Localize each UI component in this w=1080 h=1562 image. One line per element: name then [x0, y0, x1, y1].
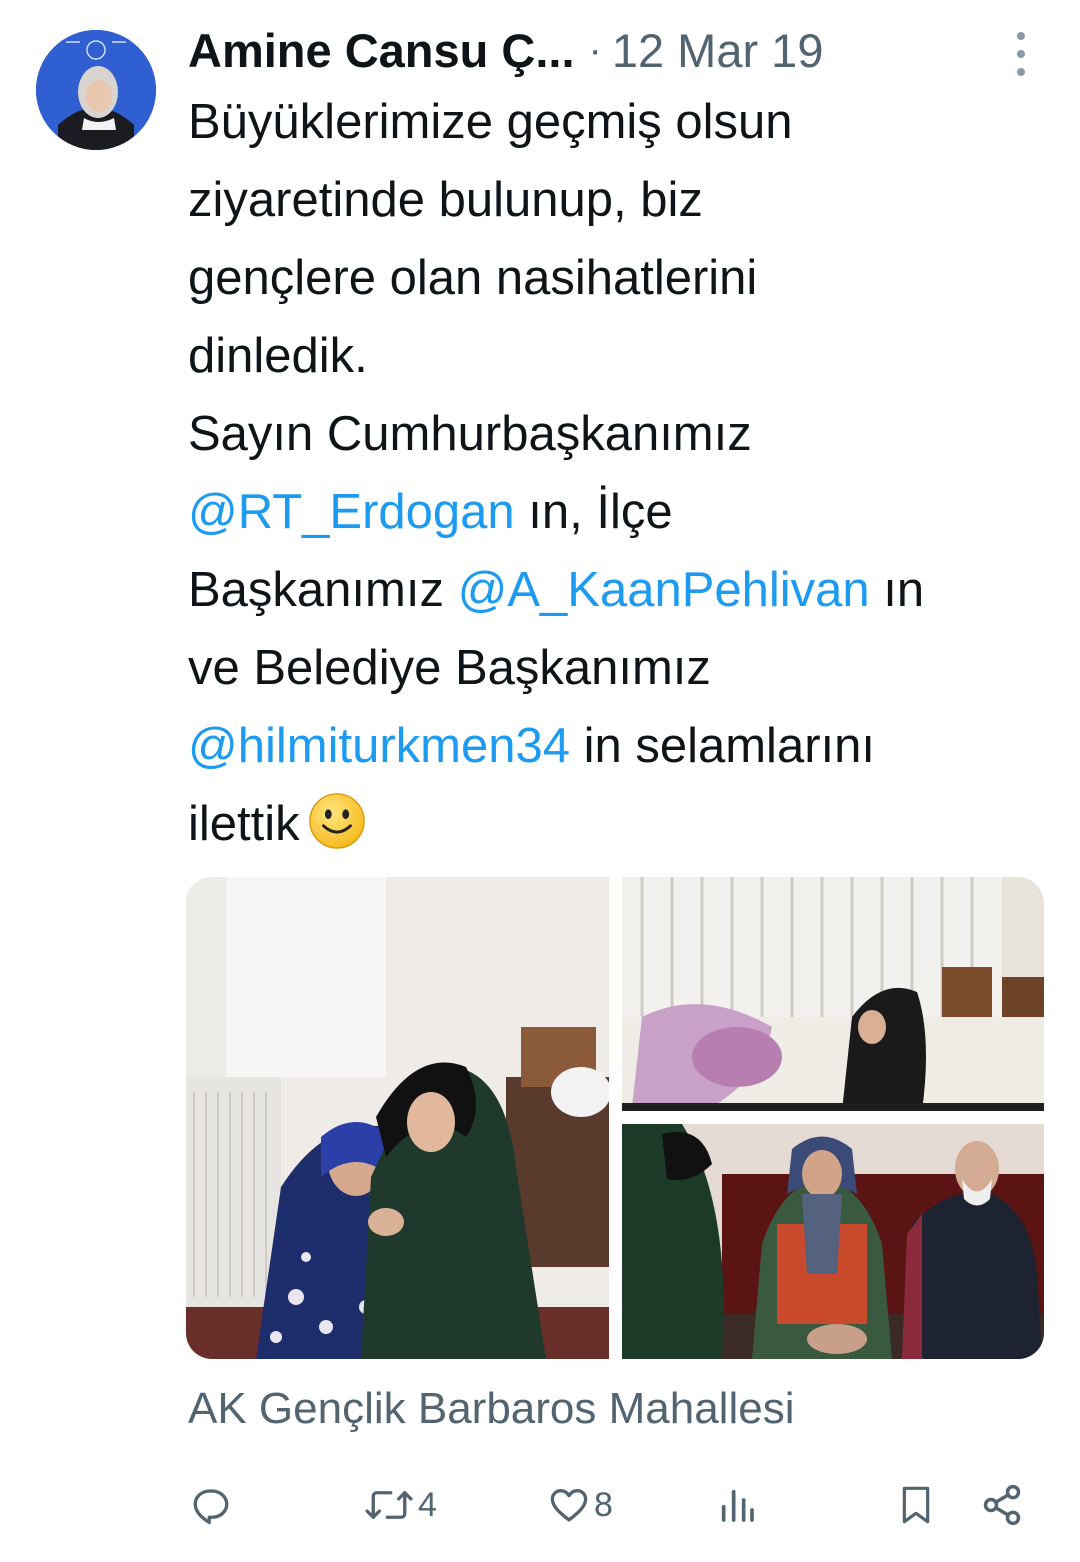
text-line: gençlere olan nasihatlerini: [188, 251, 758, 305]
text-line: dinledik.: [188, 329, 368, 383]
reply-icon: [193, 1489, 229, 1525]
bookmark-button[interactable]: [896, 1470, 936, 1540]
text-fragment: Başkanımız: [188, 563, 458, 617]
share-button[interactable]: [980, 1470, 1024, 1540]
text-fragment: in selamlarını: [569, 719, 875, 773]
text-fragment: ın: [869, 563, 925, 617]
bookmark-icon: [902, 1486, 930, 1524]
like-button[interactable]: 8: [548, 1470, 613, 1540]
text-fragment: ilettik: [188, 797, 300, 851]
text-line: Büyüklerimize geçmiş olsun: [188, 95, 793, 149]
mention-link[interactable]: @RT_Erdogan: [188, 485, 515, 539]
smiling-face-emoji-icon: [308, 793, 365, 849]
text-line: @hilmiturkmen34 in selamlarını: [188, 707, 1058, 785]
author-name[interactable]: Amine Cansu Ç...: [188, 23, 575, 78]
author-avatar[interactable]: [36, 30, 156, 150]
text-line: ziyaretinde bulunup, biz: [188, 173, 703, 227]
more-vertical-icon[interactable]: [1006, 32, 1036, 76]
retweet-count: 4: [418, 1485, 437, 1524]
text-line: ilettik: [188, 785, 1058, 863]
views-button[interactable]: [717, 1470, 757, 1540]
like-count: 8: [594, 1485, 613, 1524]
text-line: Sayın Cumhurbaşkanımız: [188, 407, 752, 461]
tweet-header: Amine Cansu Ç... · 12 Mar 19: [188, 20, 1048, 80]
location-tag[interactable]: AK Gençlik Barbaros Mahallesi: [188, 1384, 794, 1434]
text-line: ve Belediye Başkanımız: [188, 641, 711, 695]
mention-link[interactable]: @hilmiturkmen34: [188, 719, 570, 773]
photo-1[interactable]: [186, 877, 609, 1359]
heart-icon: [550, 1488, 588, 1522]
share-icon: [983, 1484, 1021, 1526]
tweet-text: Büyüklerimize geçmiş olsun ziyaretinde b…: [188, 83, 1058, 863]
text-line: @RT_Erdogan ın, İlçe: [188, 473, 1058, 551]
reply-button[interactable]: [190, 1470, 232, 1540]
avatar-image: [36, 30, 156, 150]
analytics-icon: [721, 1489, 754, 1522]
tweet-timestamp[interactable]: 12 Mar 19: [612, 23, 824, 78]
retweet-button[interactable]: 4: [364, 1470, 437, 1540]
photo-2[interactable]: [622, 877, 1044, 1111]
tweet-action-bar: 4 8: [0, 1470, 1080, 1540]
retweet-icon: [365, 1491, 413, 1519]
photo-3[interactable]: [622, 1124, 1044, 1359]
mention-link[interactable]: @A_KaanPehlivan: [458, 563, 870, 617]
text-line: Başkanımız @A_KaanPehlivan ın: [188, 551, 1058, 629]
header-separator: ·: [588, 27, 602, 72]
media-grid: [186, 877, 1044, 1359]
text-fragment: ın, İlçe: [514, 485, 673, 539]
